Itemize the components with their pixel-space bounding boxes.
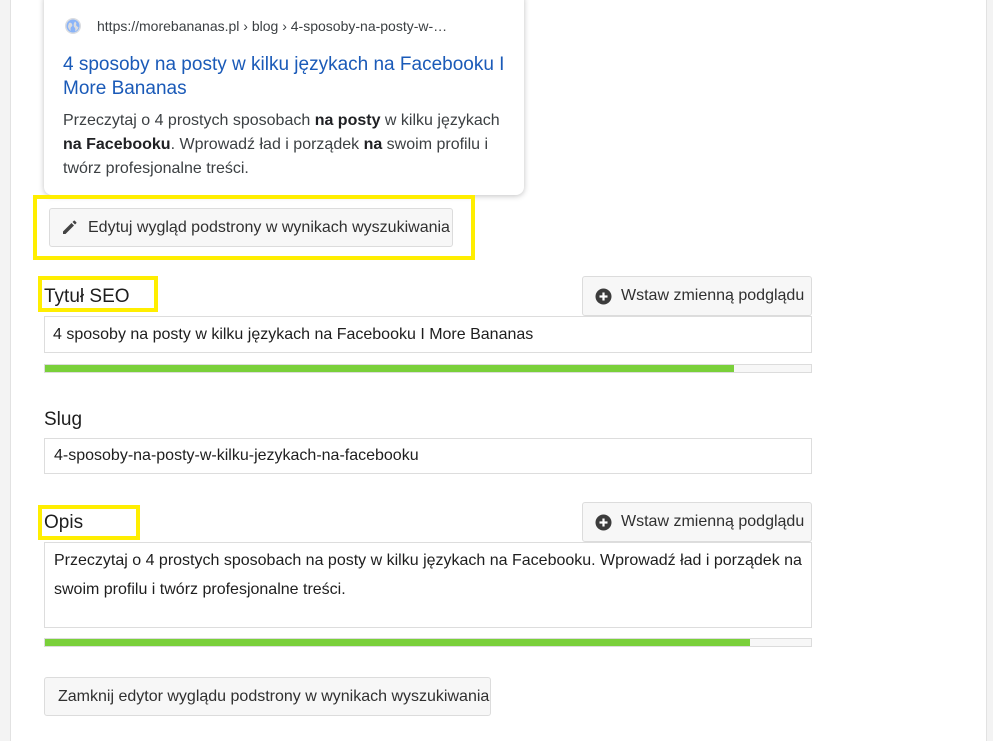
seo-title-progress-fill (45, 365, 735, 372)
insert-variable-button-label: Wstaw zmienną podglądu (621, 513, 805, 530)
description-length-progress (44, 638, 812, 647)
pencil-icon (63, 220, 77, 234)
preview-desc-text: Przeczytaj o 4 prostych sposobach (63, 112, 315, 129)
preview-desc-text: . Wprowadź ład i porządek (170, 136, 364, 153)
close-snippet-editor-button-label: Zamknij edytor wyglądu podstrony w wynik… (58, 687, 490, 705)
insert-variable-button-description[interactable]: Wstaw zmienną podglądu (582, 502, 812, 542)
plus-circle-icon (595, 514, 612, 530)
preview-title-link[interactable]: 4 sposoby na posty w kilku językach na F… (63, 53, 513, 101)
slug-input-value: 4-sposoby-na-posty-w-kilku-jezykach-na-f… (54, 447, 419, 464)
description-textarea-value: Przeczytaj o 4 prostych sposobach na pos… (54, 552, 802, 598)
edit-snippet-button-label: Edytuj wygląd podstrony w wynikach wyszu… (88, 218, 450, 236)
slug-label: Slug (44, 409, 83, 430)
preview-url: https://morebananas.pl › blog › 4-sposob… (97, 18, 448, 34)
description-label: Opis (44, 512, 84, 533)
description-textarea[interactable]: Przeczytaj o 4 prostych sposobach na pos… (44, 542, 812, 628)
preview-desc-text: w kilku językach (380, 112, 500, 129)
preview-desc-keyword: na Facebooku (63, 136, 171, 153)
preview-description: Przeczytaj o 4 prostych sposobach na pos… (63, 109, 503, 181)
seo-title-length-progress (44, 364, 812, 373)
seo-title-label: Tytuł SEO (44, 286, 130, 307)
insert-variable-button-label: Wstaw zmienną podglądu (621, 287, 805, 304)
seo-title-input[interactable]: 4 sposoby na posty w kilku językach na F… (44, 316, 812, 353)
globe-icon (64, 17, 82, 35)
search-result-preview: https://morebananas.pl › blog › 4-sposob… (44, 0, 524, 195)
plus-circle-icon (595, 288, 612, 304)
edit-snippet-button[interactable]: Edytuj wygląd podstrony w wynikach wyszu… (49, 208, 453, 247)
preview-desc-keyword: na posty (314, 112, 381, 129)
insert-variable-button-title[interactable]: Wstaw zmienną podglądu (582, 276, 812, 316)
slug-input[interactable]: 4-sposoby-na-posty-w-kilku-jezykach-na-f… (44, 438, 812, 474)
seo-title-input-value: 4 sposoby na posty w kilku językach na F… (53, 325, 534, 343)
preview-desc-keyword: na (363, 136, 383, 153)
close-snippet-editor-button[interactable]: Zamknij edytor wyglądu podstrony w wynik… (44, 677, 491, 716)
preview-url-row: https://morebananas.pl › blog › 4-sposob… (64, 16, 447, 36)
description-progress-fill (45, 639, 750, 646)
